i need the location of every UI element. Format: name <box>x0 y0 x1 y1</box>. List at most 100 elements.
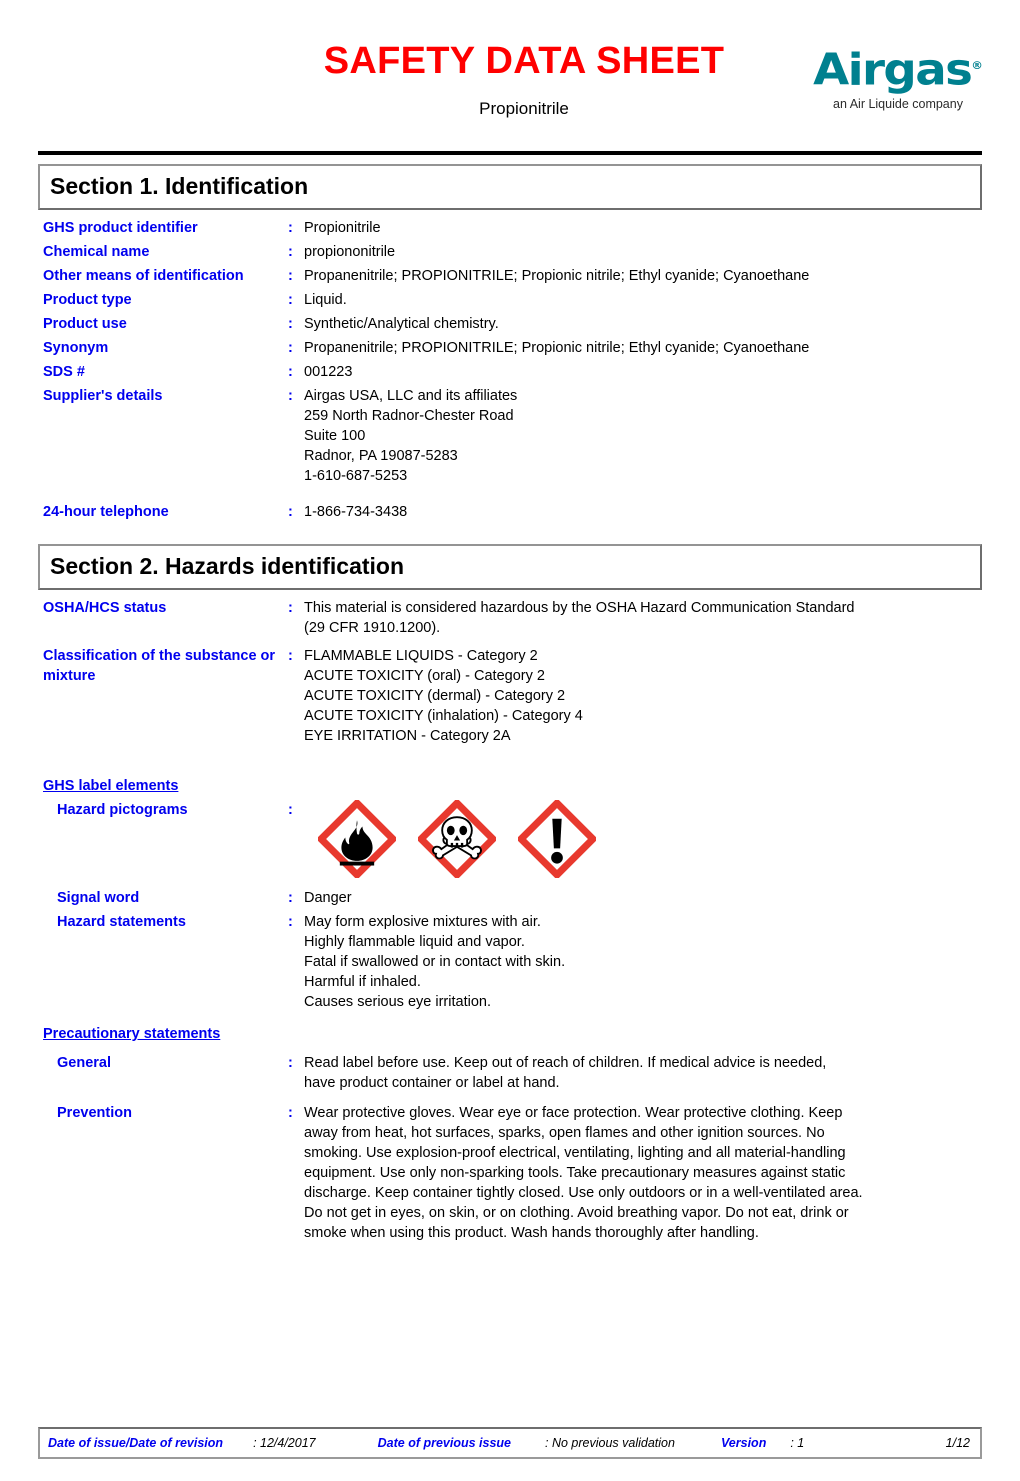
field-value: This material is considered hazardous by… <box>304 598 982 638</box>
field-colon: : <box>288 292 293 308</box>
supplier-line: Airgas USA, LLC and its affiliates <box>304 388 518 404</box>
field-colon: : <box>288 1105 293 1121</box>
field-colon: : <box>288 364 293 380</box>
field-synonym: Synonym : Propanenitrile; PROPIONITRILE;… <box>38 334 982 358</box>
footer-page-number: 1/12 <box>945 1436 970 1450</box>
field-value: Read label before use. Keep out of reach… <box>304 1053 982 1093</box>
field-product-use: Product use : Synthetic/Analytical chemi… <box>38 310 982 334</box>
classification-line: EYE IRRITATION - Category 2A <box>304 728 511 744</box>
field-24-hour-telephone: 24-hour telephone : 1-866-734-3438 <box>38 486 982 522</box>
field-label-line: identification <box>153 268 244 284</box>
footer-previous-issue-label: Date of previous issue <box>377 1436 511 1450</box>
field-hazard-statements: Hazard statements : May form explosive m… <box>38 908 982 1012</box>
prevention-line: discharge. Keep container tightly closed… <box>304 1185 863 1201</box>
field-value: 001223 <box>304 364 353 380</box>
page-footer: Date of issue/Date of revision : 12/4/20… <box>38 1427 982 1459</box>
field-classification: Classification of the substance or mixtu… <box>38 638 982 746</box>
classification-line: FLAMMABLE LIQUIDS - Category 2 <box>304 648 538 664</box>
field-value: Propionitrile <box>304 220 381 236</box>
field-label: Product type <box>43 292 132 308</box>
field-value: propiononitrile <box>304 244 396 260</box>
field-colon: : <box>288 244 293 260</box>
field-colon: : <box>288 648 293 664</box>
field-colon: : <box>288 1055 293 1071</box>
airgas-logo: Airgas® an Air Liquide company <box>813 42 983 112</box>
logo-text: Airgas <box>813 44 973 96</box>
footer-date-of-issue-value: : 12/4/2017 <box>253 1436 316 1450</box>
section-2-fields: OSHA/HCS status : This material is consi… <box>38 590 982 1243</box>
field-value: Wear protective gloves. Wear eye or face… <box>304 1103 982 1243</box>
field-chemical-name: Chemical name : propiononitrile <box>38 238 982 262</box>
hazard-statement-line: Causes serious eye irritation. <box>304 994 491 1010</box>
hazard-statement-line: Highly flammable liquid and vapor. <box>304 934 525 950</box>
ghs-label-elements-heading-row: GHS label elements <box>38 746 982 796</box>
footer-version-value: : 1 <box>790 1436 805 1450</box>
skull-and-crossbones-pictogram <box>418 800 496 878</box>
section-1-header: Section 1. Identification <box>38 164 982 210</box>
field-osha-hcs-status: OSHA/HCS status : This material is consi… <box>38 590 982 638</box>
registered-trademark-icon: ® <box>971 59 983 72</box>
hazard-statement-line: May form explosive mixtures with air. <box>304 914 541 930</box>
field-label: Other means of identification <box>38 266 288 286</box>
field-value: Airgas USA, LLC and its affiliates 259 N… <box>304 386 982 486</box>
field-label: SDS # <box>43 364 85 380</box>
field-colon: : <box>288 600 293 616</box>
prevention-line: smoking. Use explosion-proof electrical,… <box>304 1145 846 1161</box>
field-precaution-general: General : Read label before use. Keep ou… <box>38 1044 982 1093</box>
field-colon: : <box>288 890 293 906</box>
field-label: Hazard statements <box>57 914 186 930</box>
precautionary-statements-heading: Precautionary statements <box>43 1026 221 1042</box>
prevention-line: Wear protective gloves. Wear eye or face… <box>304 1105 843 1121</box>
supplier-line: 259 North Radnor-Chester Road <box>304 408 514 424</box>
field-product-type: Product type : Liquid. <box>38 286 982 310</box>
field-label: Hazard pictograms <box>57 802 188 818</box>
field-ghs-product-identifier: GHS product identifier : Propionitrile <box>38 210 982 238</box>
prevention-line: equipment. Use only non-sparking tools. … <box>304 1165 846 1181</box>
field-label: 24-hour telephone <box>43 504 169 520</box>
field-other-means-of-identification: Other means of identification : Propanen… <box>38 262 982 286</box>
supplier-line: Radnor, PA 19087-5283 <box>304 448 458 464</box>
field-value: Synthetic/Analytical chemistry. <box>304 316 499 332</box>
field-label: Product use <box>43 316 127 332</box>
document-header: SAFETY DATA SHEET Propionitrile Airgas® … <box>38 38 983 143</box>
ghs-label-elements-heading: GHS label elements <box>43 778 179 794</box>
precautionary-statements-heading-row: Precautionary statements <box>38 1012 982 1044</box>
field-value <box>304 800 982 878</box>
field-sds-number: SDS # : 001223 <box>38 358 982 382</box>
field-label: GHS product identifier <box>43 220 198 236</box>
flame-pictogram <box>318 800 396 878</box>
logo-wordmark: Airgas® <box>809 42 987 95</box>
section-2-heading: Section 2. Hazards identification <box>50 553 405 579</box>
field-label: General <box>57 1055 111 1071</box>
field-value: Propanenitrile; PROPIONITRILE; Propionic… <box>304 340 810 356</box>
pictogram-group <box>304 800 982 878</box>
field-value: Danger <box>304 890 352 906</box>
field-colon: : <box>288 220 293 236</box>
field-value: FLAMMABLE LIQUIDS - Category 2 ACUTE TOX… <box>304 646 982 746</box>
hazard-statement-line: Fatal if swallowed or in contact with sk… <box>304 954 566 970</box>
prevention-line: Do not get in eyes, on skin, or on cloth… <box>304 1205 849 1221</box>
footer-version-label: Version <box>720 1436 767 1450</box>
field-colon: : <box>288 802 293 818</box>
field-label: Signal word <box>57 890 140 906</box>
osha-line: This material is considered hazardous by… <box>304 600 855 616</box>
field-signal-word: Signal word : Danger <box>38 878 982 908</box>
section-2-header: Section 2. Hazards identification <box>38 544 982 590</box>
footer-date-of-issue-label: Date of issue/Date of revision <box>48 1436 224 1450</box>
exclamation-mark-pictogram <box>518 800 596 878</box>
field-colon: : <box>288 388 293 404</box>
osha-line: (29 CFR 1910.1200). <box>304 620 441 636</box>
field-suppliers-details: Supplier's details : Airgas USA, LLC and… <box>38 382 982 486</box>
field-precaution-prevention: Prevention : Wear protective gloves. Wea… <box>38 1093 982 1243</box>
section-1-fields: GHS product identifier : Propionitrile C… <box>38 210 982 522</box>
supplier-line: Suite 100 <box>304 428 366 444</box>
field-value: Propanenitrile; PROPIONITRILE; Propionic… <box>304 268 810 284</box>
classification-line: ACUTE TOXICITY (oral) - Category 2 <box>304 668 545 684</box>
field-label: Classification of the substance or mixtu… <box>38 646 288 686</box>
field-value: 1-866-734-3438 <box>304 504 408 520</box>
field-label-line: Classification of the <box>43 648 181 664</box>
field-colon: : <box>288 914 293 930</box>
field-colon: : <box>288 504 293 520</box>
prevention-line: smoke when using this product. Wash hand… <box>304 1225 759 1241</box>
field-label: Synonym <box>43 340 109 356</box>
